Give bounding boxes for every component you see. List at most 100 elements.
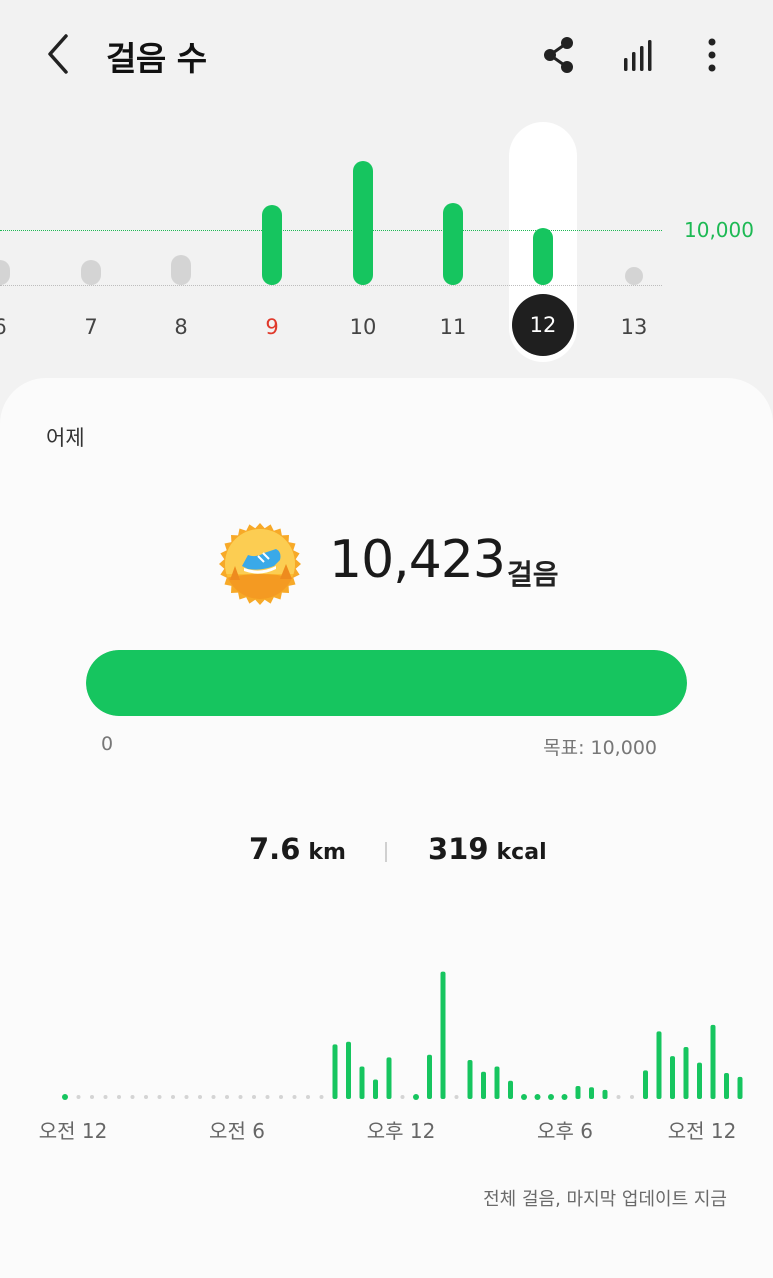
hourly-empty-dot [117, 1095, 121, 1099]
hourly-bar [481, 1071, 486, 1099]
hourly-bar [373, 1079, 378, 1099]
daily-summary-card: 어제 10,423 걸음 0 목표: 10,000 7.6 km 319 kca… [0, 378, 773, 1278]
day-9-label: 9 [265, 315, 279, 339]
hourly-empty-dot [171, 1095, 175, 1099]
hourly-bar [561, 1094, 568, 1100]
hourly-bar [521, 1094, 527, 1100]
hourly-empty-dot [306, 1095, 310, 1099]
hourly-bar [548, 1094, 554, 1100]
hourly-empty-dot [279, 1095, 283, 1099]
hourly-bar [724, 1073, 729, 1099]
hour-axis-label: 오후 6 [537, 1119, 593, 1143]
hourly-bar [440, 971, 446, 1099]
hourly-bar [710, 1024, 716, 1099]
day-8-bar [171, 254, 191, 285]
day-8-label: 8 [174, 315, 188, 339]
hourly-empty-dot [630, 1095, 634, 1099]
update-footnote: 전체 걸음, 마지막 업데이트 지금 [483, 1189, 727, 1210]
back-button[interactable] [36, 28, 80, 80]
hourly-empty-dot [238, 1095, 243, 1099]
day-7-label: 7 [84, 315, 98, 339]
hourly-empty-dot [184, 1095, 189, 1099]
hourly-empty-dot [211, 1095, 216, 1099]
running-shoe-badge-icon[interactable] [218, 522, 302, 606]
hourly-empty-dot [400, 1095, 405, 1099]
hourly-bar [508, 1080, 513, 1099]
day-10-bar [353, 161, 373, 285]
hour-axis-label: 오전 12 [38, 1119, 108, 1143]
hourly-empty-dot [90, 1095, 94, 1099]
hour-axis-label: 오전 12 [667, 1119, 737, 1143]
hourly-bar [346, 1041, 351, 1099]
calories-stat: 319 kcal [428, 832, 547, 866]
more-options-button[interactable] [688, 28, 736, 80]
progress-min-label: 0 [101, 733, 114, 755]
hourly-bar [332, 1044, 338, 1099]
stat-divider [385, 842, 387, 862]
day-6-label: 6 [0, 315, 30, 339]
hourly-empty-dot [265, 1095, 270, 1099]
hourly-bar [386, 1057, 392, 1099]
hourly-empty-dot [616, 1095, 621, 1099]
steps-count: 10,423 [329, 530, 506, 590]
hourly-bar [737, 1076, 743, 1099]
day-12-bar [533, 227, 553, 285]
more-vert-icon [708, 38, 716, 72]
calories-value: 319 [428, 832, 489, 866]
hourly-empty-dot [157, 1095, 162, 1099]
hour-axis-label: 오전 6 [209, 1119, 265, 1143]
hourly-bar [575, 1086, 581, 1099]
goal-progress-fill [86, 650, 687, 716]
distance-unit: km [308, 840, 346, 865]
goal-progress-bar [86, 650, 687, 716]
day-9-bar [262, 205, 282, 285]
hourly-bar [643, 1070, 648, 1099]
bar-chart-icon [624, 40, 652, 71]
hourly-empty-dot [252, 1095, 256, 1099]
hour-axis-label: 오후 12 [366, 1119, 436, 1143]
hourly-bar [62, 1094, 68, 1100]
app-bar: 걸음 수 [0, 0, 773, 110]
hourly-empty-dot [103, 1095, 108, 1099]
hourly-empty-dot [319, 1095, 324, 1099]
day-11-bar [443, 202, 463, 285]
page-title: 걸음 수 [106, 39, 207, 78]
hourly-empty-dot [130, 1095, 135, 1099]
hourly-empty-dot [76, 1095, 81, 1099]
hourly-bar [467, 1060, 473, 1099]
day-13-empty-dot [625, 267, 643, 285]
day-caption: 어제 [46, 426, 85, 450]
hourly-empty-dot [198, 1095, 202, 1099]
selected-day-circle[interactable]: 12 [512, 294, 574, 356]
goal-value-label: 10,000 [684, 218, 754, 242]
distance-stat: 7.6 km [249, 832, 346, 866]
hourly-steps-chart[interactable] [0, 938, 773, 1108]
share-icon [544, 37, 573, 73]
hourly-empty-dot [454, 1095, 459, 1099]
day-10-label: 10 [349, 315, 377, 339]
day-13-label: 13 [620, 315, 648, 339]
share-button[interactable] [534, 28, 582, 80]
back-arrow-icon [48, 34, 68, 74]
hourly-empty-dot [144, 1095, 148, 1099]
hourly-bar [413, 1094, 419, 1100]
calories-unit: kcal [496, 840, 547, 865]
hourly-empty-dot [225, 1095, 229, 1099]
hourly-bar [602, 1089, 608, 1099]
hourly-bar [494, 1066, 500, 1099]
hourly-bar [697, 1062, 702, 1099]
hourly-bar [656, 1031, 662, 1099]
distance-value: 7.6 [249, 832, 301, 866]
hourly-bar [683, 1047, 689, 1099]
hourly-bar [359, 1066, 365, 1099]
hourly-bar [589, 1087, 594, 1099]
hourly-bar [427, 1054, 432, 1099]
hourly-bar [670, 1056, 675, 1099]
day-7-bar [81, 260, 101, 285]
hourly-bar [534, 1094, 541, 1100]
steps-unit: 걸음 [507, 558, 559, 591]
progress-goal-label: 목표: 10,000 [543, 737, 657, 759]
day-11-label: 11 [439, 315, 467, 339]
trends-button[interactable] [615, 28, 663, 80]
weekly-steps-chart: 10,000 6 7 8 9 10 11 13 12 [0, 110, 773, 370]
